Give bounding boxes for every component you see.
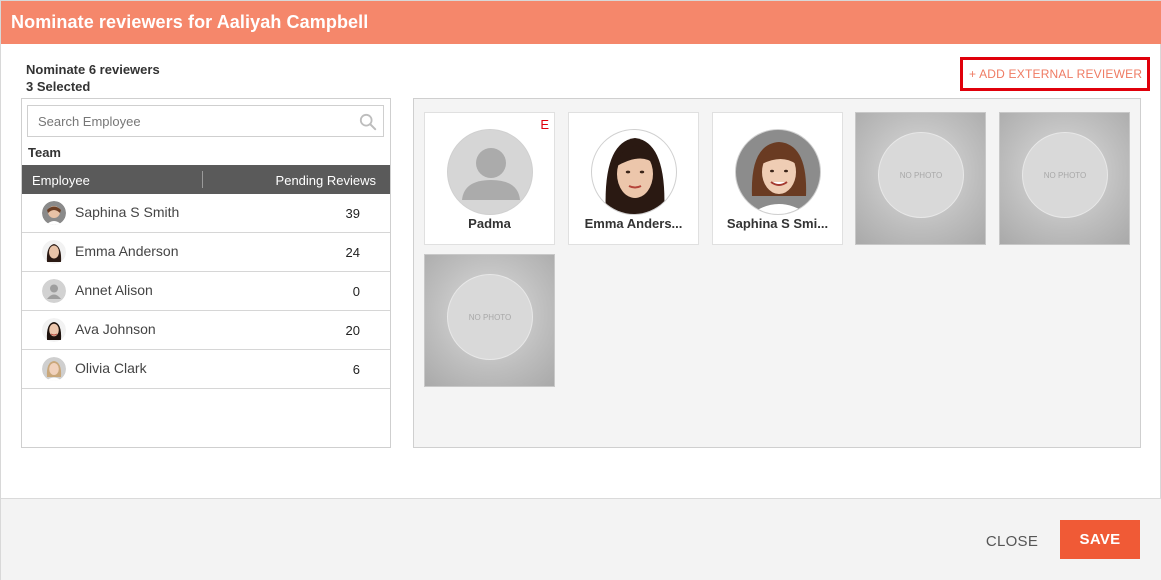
reviewer-card-padma[interactable]: E Padma: [424, 112, 555, 245]
user-silhouette-icon: [42, 279, 66, 303]
team-table-body: Saphina S Smith 39 Emma Anderson 24 Anne…: [22, 194, 390, 389]
user-silhouette-icon: [462, 148, 520, 200]
pending-count: 6: [352, 362, 360, 377]
empty-reviewer-slot[interactable]: NO PHOTO: [855, 112, 986, 245]
no-photo-placeholder: NO PHOTO: [1022, 132, 1108, 218]
no-photo-text: NO PHOTO: [468, 313, 512, 322]
employee-name: Emma Anderson: [75, 243, 179, 259]
avatar: [42, 318, 66, 342]
no-photo-text: NO PHOTO: [899, 171, 943, 180]
no-photo-text: NO PHOTO: [1043, 171, 1087, 180]
empty-reviewer-slot[interactable]: NO PHOTO: [999, 112, 1130, 245]
add-external-reviewer-label: + ADD EXTERNAL REVIEWER: [969, 67, 1143, 81]
column-header-employee[interactable]: Employee: [32, 173, 90, 188]
table-row[interactable]: Olivia Clark 6: [22, 350, 390, 389]
empty-reviewer-slot[interactable]: NO PHOTO: [424, 254, 555, 387]
column-divider: [202, 171, 203, 188]
search-icon[interactable]: [359, 113, 377, 131]
employee-name: Ava Johnson: [75, 321, 156, 337]
reviewer-card-saphina[interactable]: Saphina S Smi...: [712, 112, 843, 245]
nominate-dialog: Nominate reviewers for Aaliyah Campbell …: [0, 0, 1161, 580]
no-photo-placeholder: NO PHOTO: [878, 132, 964, 218]
nomination-summary: Nominate 6 reviewers 3 Selected: [26, 61, 160, 95]
table-row[interactable]: Saphina S Smith 39: [22, 194, 390, 233]
pending-count: 20: [345, 323, 360, 338]
table-row[interactable]: Ava Johnson 20: [22, 311, 390, 350]
add-external-reviewer-button[interactable]: + ADD EXTERNAL REVIEWER: [960, 57, 1150, 91]
reviewer-name: Padma: [468, 216, 511, 231]
team-table-header: Employee Pending Reviews: [22, 165, 390, 194]
no-photo-placeholder: NO PHOTO: [447, 274, 533, 360]
avatar: [591, 129, 677, 215]
selected-reviewers-panel: E Padma Emma Anders... Saphina S Smi... …: [413, 98, 1141, 448]
team-label: Team: [28, 145, 61, 160]
avatar: [42, 201, 66, 225]
nominate-count-text: Nominate 6 reviewers: [26, 62, 160, 77]
save-button[interactable]: SAVE: [1060, 520, 1140, 559]
pending-count: 24: [345, 245, 360, 260]
column-header-pending-reviews[interactable]: Pending Reviews: [276, 173, 376, 188]
avatar: [735, 129, 821, 215]
team-panel: Team Employee Pending Reviews Saphina S …: [21, 98, 391, 448]
employee-name: Saphina S Smith: [75, 204, 180, 220]
dialog-title: Nominate reviewers for Aaliyah Campbell: [11, 12, 369, 32]
close-button[interactable]: CLOSE: [977, 529, 1047, 553]
selected-count-text: 3 Selected: [26, 79, 91, 94]
reviewer-name: Emma Anders...: [584, 216, 683, 231]
avatar: [447, 129, 533, 215]
external-tag: E: [540, 117, 549, 132]
avatar: [42, 240, 66, 264]
table-row[interactable]: Emma Anderson 24: [22, 233, 390, 272]
employee-name: Olivia Clark: [75, 360, 147, 376]
reviewer-name: Saphina S Smi...: [726, 216, 829, 231]
dialog-footer: CLOSE SAVE: [1, 498, 1161, 580]
table-row[interactable]: Annet Alison 0: [22, 272, 390, 311]
reviewer-card-emma[interactable]: Emma Anders...: [568, 112, 699, 245]
avatar: [42, 279, 66, 303]
avatar: [42, 357, 66, 381]
pending-count: 39: [345, 206, 360, 221]
search-box: [27, 105, 384, 137]
pending-count: 0: [352, 284, 360, 299]
search-employee-input[interactable]: [28, 106, 358, 136]
dialog-header: Nominate reviewers for Aaliyah Campbell: [1, 1, 1161, 44]
employee-name: Annet Alison: [75, 282, 153, 298]
